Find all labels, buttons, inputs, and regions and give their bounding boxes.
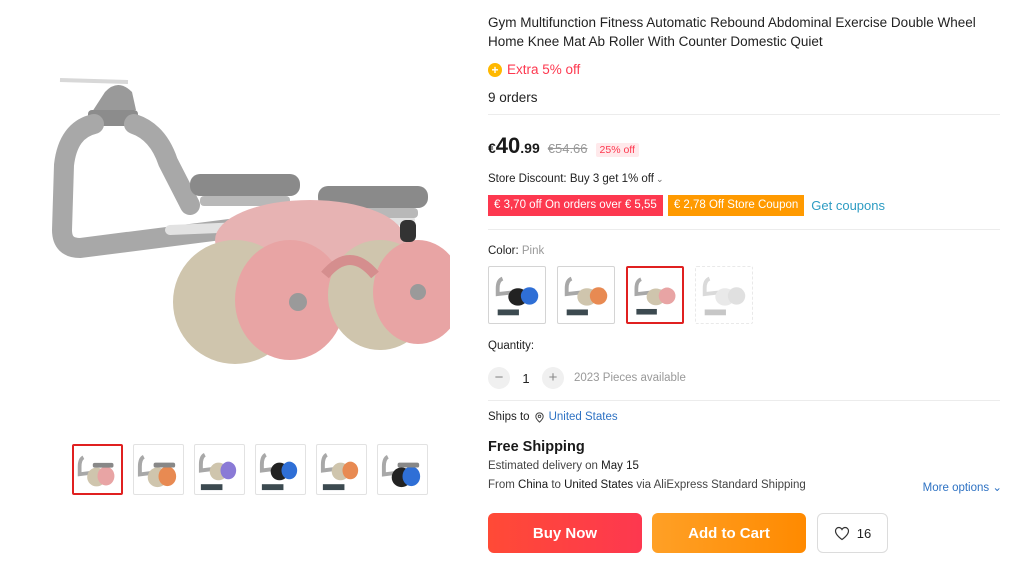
- shipping-method: via AliExpress Standard Shipping: [636, 479, 806, 491]
- main-product-image: [50, 70, 463, 370]
- color-swatch-orange[interactable]: [557, 266, 615, 324]
- color-label-text: Color:: [488, 245, 519, 257]
- original-price: €54.66: [547, 141, 588, 156]
- selected-color: Pink: [521, 245, 545, 257]
- ab-roller-image: [51, 78, 463, 364]
- get-coupons-link[interactable]: Get coupons: [811, 198, 885, 213]
- thumbnail-5[interactable]: [316, 444, 367, 495]
- from-country: China: [518, 479, 549, 491]
- color-swatch-blue[interactable]: [488, 266, 546, 324]
- free-shipping-title: Free Shipping: [488, 439, 585, 455]
- quantity-decrease-button[interactable]: −: [488, 367, 510, 389]
- extra-discount: + Extra 5% off: [488, 62, 580, 77]
- more-shipping-options[interactable]: More options ⌄: [923, 480, 1002, 494]
- estimated-delivery-prefix: Estimated delivery on: [488, 460, 598, 472]
- thumbnail-6[interactable]: [377, 444, 428, 495]
- more-options-label: More options: [922, 482, 990, 494]
- price-integer: 40: [495, 133, 521, 158]
- thumbnail-3-image: [198, 453, 237, 491]
- divider: [488, 229, 1000, 230]
- thumbnail-5-image: [320, 453, 359, 491]
- swatch-pink-image: [634, 277, 676, 315]
- ships-to-location[interactable]: United States: [549, 411, 618, 423]
- wishlist-button[interactable]: 16: [817, 513, 888, 553]
- thumbnail-2-image: [137, 455, 177, 488]
- color-swatches: [488, 266, 753, 324]
- thumbnail-4-image: [259, 453, 298, 491]
- quantity-stepper: − 1 + 2023 Pieces available: [488, 367, 686, 389]
- buy-now-button[interactable]: Buy Now: [488, 513, 642, 553]
- plus-coin-icon: +: [488, 62, 502, 77]
- action-buttons: Buy Now Add to Cart 16: [488, 513, 888, 553]
- thumbnail-1[interactable]: [72, 444, 123, 495]
- ships-to-row: Ships to United States: [488, 411, 618, 423]
- swatch-orange-image: [564, 276, 608, 316]
- heart-icon: [834, 526, 849, 540]
- product-title: Gym Multifunction Fitness Automatic Rebo…: [488, 15, 976, 49]
- from-prefix: From: [488, 479, 515, 491]
- swatch-blue-image: [495, 276, 539, 316]
- quantity-available: 2023 Pieces available: [574, 372, 686, 384]
- price-currency: €: [488, 140, 496, 156]
- to-word: to: [551, 479, 561, 491]
- chevron-down-icon: ⌄: [992, 482, 1002, 494]
- price-decimal: .99: [520, 140, 540, 156]
- current-price: €40.99: [488, 133, 540, 159]
- add-to-cart-button[interactable]: Add to Cart: [652, 513, 806, 553]
- quantity-value[interactable]: 1: [520, 371, 532, 386]
- color-swatch-pink[interactable]: [626, 266, 684, 324]
- coupon-store[interactable]: € 2,78 Off Store Coupon: [667, 195, 805, 216]
- thumbnail-2[interactable]: [133, 444, 184, 495]
- estimated-delivery: Estimated delivery on May 15: [488, 460, 639, 472]
- store-discount[interactable]: Store Discount: Buy 3 get 1% off ⌄: [488, 173, 664, 185]
- coupon-row: € 3,70 off On orders over € 5,55 € 2,78 …: [488, 195, 885, 216]
- divider: [488, 400, 1000, 401]
- price-row: €40.99 €54.66 25% off: [488, 133, 639, 159]
- thumbnail-3[interactable]: [194, 444, 245, 495]
- shipping-route: From China to United States via AliExpre…: [488, 479, 806, 491]
- coupon-order-threshold[interactable]: € 3,70 off On orders over € 5,55: [488, 195, 663, 216]
- ships-to-label: Ships to: [488, 411, 530, 423]
- extra-discount-label: Extra 5% off: [507, 62, 581, 77]
- estimated-delivery-date: May 15: [601, 460, 639, 472]
- chevron-down-icon: ⌄: [656, 173, 664, 184]
- swatch-grey-image: [702, 276, 746, 316]
- thumbnail-1-image: [77, 455, 115, 487]
- divider: [488, 114, 1000, 115]
- thumbnail-strip: [72, 444, 428, 495]
- quantity-label: Quantity:: [488, 340, 535, 352]
- thumbnail-4[interactable]: [255, 444, 306, 495]
- store-discount-label: Store Discount: Buy 3 get 1% off: [488, 173, 654, 185]
- quantity-increase-button[interactable]: +: [542, 367, 564, 389]
- to-country: United States: [564, 479, 634, 491]
- color-swatch-grey[interactable]: [695, 266, 753, 324]
- wishlist-count: 16: [856, 525, 872, 541]
- orders-count: 9 orders: [488, 90, 538, 105]
- location-pin-icon: [534, 411, 544, 423]
- thumbnail-6-image: [381, 455, 421, 488]
- discount-badge: 25% off: [595, 143, 639, 157]
- color-label: Color: Pink: [488, 245, 544, 257]
